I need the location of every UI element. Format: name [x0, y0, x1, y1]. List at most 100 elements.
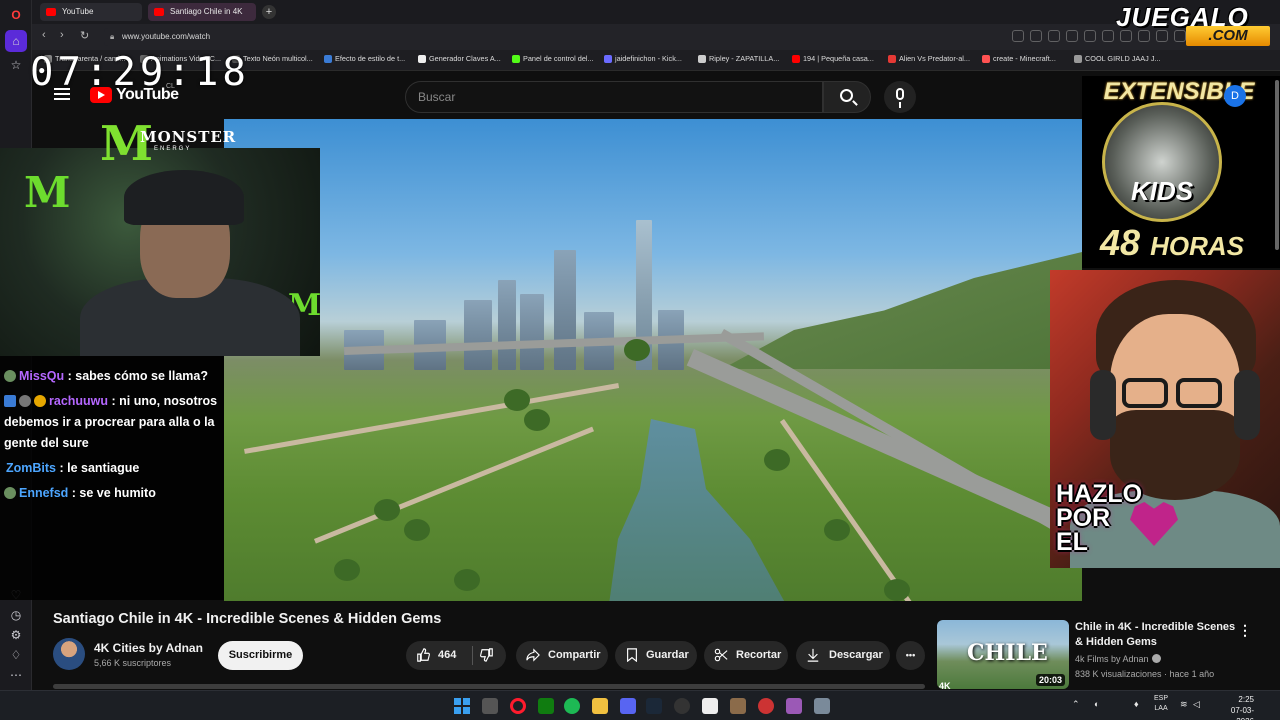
bookmark-item[interactable]: Alien Vs Predator-al... [888, 54, 970, 63]
chat-message: ZomBits : le santiague [4, 458, 139, 479]
spotify-icon[interactable] [564, 698, 580, 714]
start-icon[interactable] [454, 698, 470, 714]
bookmark-item[interactable]: COOL GIRLD JAAJ J... [1074, 54, 1161, 63]
opera-taskbar-icon[interactable] [510, 698, 526, 714]
chat-message: MissQu : sabes cómo se llama? [4, 366, 208, 387]
tray-app-icon[interactable]: ◐ [1094, 699, 1099, 709]
language-indicator[interactable]: ESP LAA [1154, 694, 1168, 714]
wifi-icon[interactable]: ≋ [1180, 699, 1188, 710]
microphone-icon [896, 88, 904, 108]
hours-label: 48 HORAS [1100, 222, 1244, 263]
new-tab-button[interactable]: + [262, 5, 276, 19]
voice-search-button[interactable] [884, 81, 916, 113]
bookmark-item[interactable]: 194 | Pequeña casa... [792, 54, 874, 63]
folder-icon[interactable] [592, 698, 608, 714]
description-box-edge [53, 684, 925, 689]
camera-icon[interactable] [1012, 30, 1024, 42]
tree [334, 559, 360, 581]
bookmark-item[interactable]: Ripley - ZAPATILLA... [698, 54, 779, 63]
save-button[interactable]: Guardar [615, 641, 697, 670]
cube-icon[interactable] [1102, 30, 1114, 42]
download-label: Descargar [829, 649, 883, 661]
shield-icon[interactable] [1066, 30, 1078, 42]
like-dislike-group: 464 [406, 641, 506, 670]
page-scrollbar[interactable] [1275, 80, 1279, 250]
bulb-icon[interactable]: ♢ [5, 644, 27, 666]
volume-icon[interactable]: ◁ [1193, 699, 1200, 710]
save-label: Guardar [646, 649, 689, 661]
play-icon[interactable] [1084, 30, 1096, 42]
account-avatar[interactable]: D [1224, 85, 1246, 107]
bookmark-item[interactable]: create - Minecraft... [982, 54, 1056, 63]
video-title: Santiago Chile in 4K - Incredible Scenes… [53, 611, 442, 627]
reload-icon[interactable]: ↻ [80, 29, 89, 42]
bookmark-item[interactable]: jaidefinichon - Kick... [604, 54, 682, 63]
capcut-icon[interactable] [702, 698, 718, 714]
back-icon[interactable]: ‹ [42, 29, 46, 41]
share-icon[interactable] [1030, 30, 1042, 42]
lock-icon: 🔒︎ [110, 32, 115, 41]
dislike-icon[interactable] [480, 648, 494, 662]
subscribe-button[interactable]: Suscribirme [218, 641, 303, 670]
pin-icon[interactable]: ☆ [5, 54, 27, 76]
channel-avatar[interactable] [53, 638, 85, 670]
bookmark-item[interactable]: Generador Claves A... [418, 54, 501, 63]
bookmark-item[interactable]: Panel de control del... [512, 54, 594, 63]
minecraft-icon[interactable] [730, 698, 746, 714]
building [520, 293, 544, 370]
system-clock[interactable]: 2:2507-03-2026 [1214, 694, 1254, 720]
park-path [314, 426, 595, 544]
obs-icon[interactable] [674, 698, 690, 714]
share-icon [526, 648, 540, 662]
screen: O ⌂ ☆ ♡ ◷ ⚙ ♢ ⋯ YouTube Santiago Chile i… [0, 0, 1280, 720]
badge-icon [34, 395, 46, 407]
like-count[interactable]: 464 [438, 641, 456, 670]
snapshot-icon[interactable] [1048, 30, 1060, 42]
tab-santiago[interactable]: Santiago Chile in 4K [148, 3, 256, 21]
tree [374, 499, 400, 521]
streamer-cap [124, 170, 244, 225]
tree [884, 579, 910, 601]
task-view-icon[interactable] [482, 698, 498, 714]
search-input[interactable]: Buscar [405, 81, 823, 113]
microphone-tray-icon[interactable]: ♦ [1134, 699, 1139, 709]
kids-label: KIDS [1130, 176, 1194, 206]
recommended-title[interactable]: Chile in 4K - Incredible Scenes & Hidden… [1075, 620, 1240, 650]
tab-youtube[interactable]: YouTube [40, 3, 142, 21]
tray-overflow-icon[interactable]: ⌃ [1072, 699, 1080, 710]
more-icon[interactable]: ⋯ [5, 664, 27, 686]
address-bar: ‹ › ↻ 🔒︎ www.youtube.com/watch [32, 24, 1280, 50]
badge-icon [4, 370, 16, 382]
search-button[interactable] [823, 81, 871, 113]
chat-text: gente del sure [4, 436, 89, 450]
monster-energy-logo: M MONSTER ENERGY [100, 118, 235, 174]
app-icon[interactable] [786, 698, 802, 714]
app-icon[interactable] [758, 698, 774, 714]
recommended-channel[interactable]: 4k Films by Adnan [1075, 654, 1161, 664]
channel-name[interactable]: 4K Cities by Adnan [94, 641, 203, 655]
history-icon[interactable]: ◷ [5, 604, 27, 626]
clip-button[interactable]: Recortar [704, 641, 788, 670]
opera-logo-icon[interactable]: O [5, 4, 27, 26]
youtube-favicon-icon [154, 8, 164, 16]
home-icon[interactable]: ⌂ [5, 30, 27, 52]
xbox-icon[interactable] [538, 698, 554, 714]
forward-icon[interactable]: › [60, 29, 64, 41]
streamer-webcam: M M [0, 148, 320, 356]
chat-username: rachuuwu [49, 394, 109, 408]
bookmark-item[interactable]: Efecto de estilo de t... [324, 54, 405, 63]
recommended-menu-icon[interactable]: ⋮ [1238, 622, 1252, 639]
recommended-thumbnail[interactable]: CHILE 4K 20:03 [937, 620, 1069, 689]
share-button[interactable]: Compartir [516, 641, 608, 670]
notepad-icon[interactable] [814, 698, 830, 714]
settings-icon[interactable]: ⚙ [5, 624, 27, 646]
download-button[interactable]: Descargar [796, 641, 890, 670]
windows-taskbar: ⌃ ◐ ♦ ESPLAA ≋ ◁ 2:2507-03-2026 [0, 690, 1280, 720]
discord-icon[interactable] [620, 698, 636, 714]
steam-icon[interactable] [646, 698, 662, 714]
video-player[interactable] [224, 119, 1082, 601]
like-icon[interactable] [416, 648, 430, 662]
more-actions-button[interactable]: ••• [896, 641, 925, 670]
badge-icon [19, 395, 31, 407]
scissors-icon [714, 648, 728, 662]
